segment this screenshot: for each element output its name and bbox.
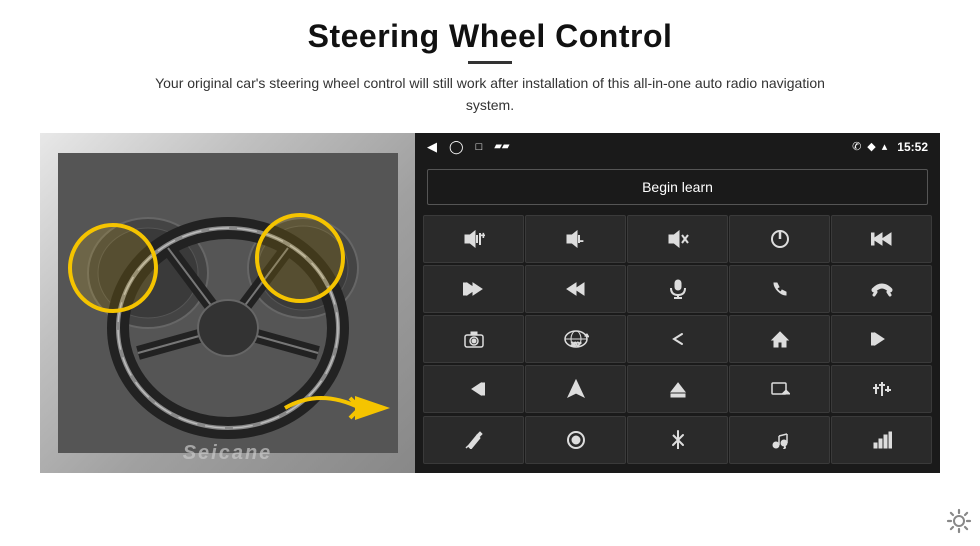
eject-button[interactable] [627,365,728,413]
camera-button[interactable] [423,315,524,363]
status-bar-left: ◀ ◯ □ ▰▰ [427,139,510,155]
subtitle-text: Your original car's steering wheel contr… [140,72,840,117]
title-divider [468,61,512,64]
car-image-bg: Seicane [40,133,415,473]
navigate-button[interactable] [525,365,626,413]
pen-button[interactable] [423,416,524,464]
settings-gear-button[interactable] [946,508,972,540]
phone-answer-button[interactable] [729,265,830,313]
nav-home-icon[interactable]: ◯ [449,139,464,155]
highlight-circle-right [255,213,345,303]
arrow-indicator [280,378,410,438]
bars-button[interactable] [831,416,932,464]
nav-back-icon[interactable]: ◀ [427,139,437,155]
page-wrapper: Steering Wheel Control Your original car… [0,0,980,546]
power2-button[interactable] [525,416,626,464]
mic-button[interactable] [627,265,728,313]
prev-track-button[interactable] [831,215,932,263]
music-button[interactable]: ♪ [729,416,830,464]
home-nav-button[interactable] [729,315,830,363]
begin-learn-container: Begin learn [415,161,940,213]
seek-prev-button[interactable] [525,265,626,313]
title-section: Steering Wheel Control Your original car… [40,18,940,117]
skip-fwd-button[interactable] [423,365,524,413]
back-nav-button[interactable] [627,315,728,363]
screenshot-button[interactable] [729,365,830,413]
phone-signal-icon: ✆ [852,140,861,153]
eq-button[interactable] [831,365,932,413]
svg-text:-: - [580,236,583,247]
highlight-circle-left [68,223,158,313]
status-bar-right: ✆ ◆ ▴ 15:52 [852,140,928,154]
power-button[interactable] [729,215,830,263]
mute-button[interactable] [627,215,728,263]
status-time: 15:52 [897,140,928,154]
nav-recents-icon[interactable]: □ [476,141,483,153]
skip-back-button[interactable] [831,315,932,363]
phone-hangup-button[interactable] [831,265,932,313]
bluetooth-button[interactable] [627,416,728,464]
controls-grid: + - [415,213,940,473]
watermark: Seicane [183,442,273,465]
view-360-button[interactable]: 360° [525,315,626,363]
svg-text:+: + [481,231,485,240]
signal-icon: ▴ [882,140,888,153]
page-title: Steering Wheel Control [308,18,673,55]
begin-learn-button[interactable]: Begin learn [427,169,928,205]
car-image-section: Seicane [40,133,415,473]
svg-text:♪: ♪ [783,445,786,449]
next-button[interactable] [423,265,524,313]
radio-panel: ◀ ◯ □ ▰▰ ✆ ◆ ▴ 15:52 [415,133,940,473]
vol-down-button[interactable]: - [525,215,626,263]
sim-icon: ▰▰ [494,141,509,152]
status-bar: ◀ ◯ □ ▰▰ ✆ ◆ ▴ 15:52 [415,133,940,161]
svg-text:360°: 360° [571,342,581,348]
vol-up-button[interactable]: + [423,215,524,263]
content-area: Seicane ◀ ◯ □ ▰▰ [40,133,940,473]
wifi-icon: ◆ [867,140,875,153]
page-container: Steering Wheel Control Your original car… [0,0,980,546]
